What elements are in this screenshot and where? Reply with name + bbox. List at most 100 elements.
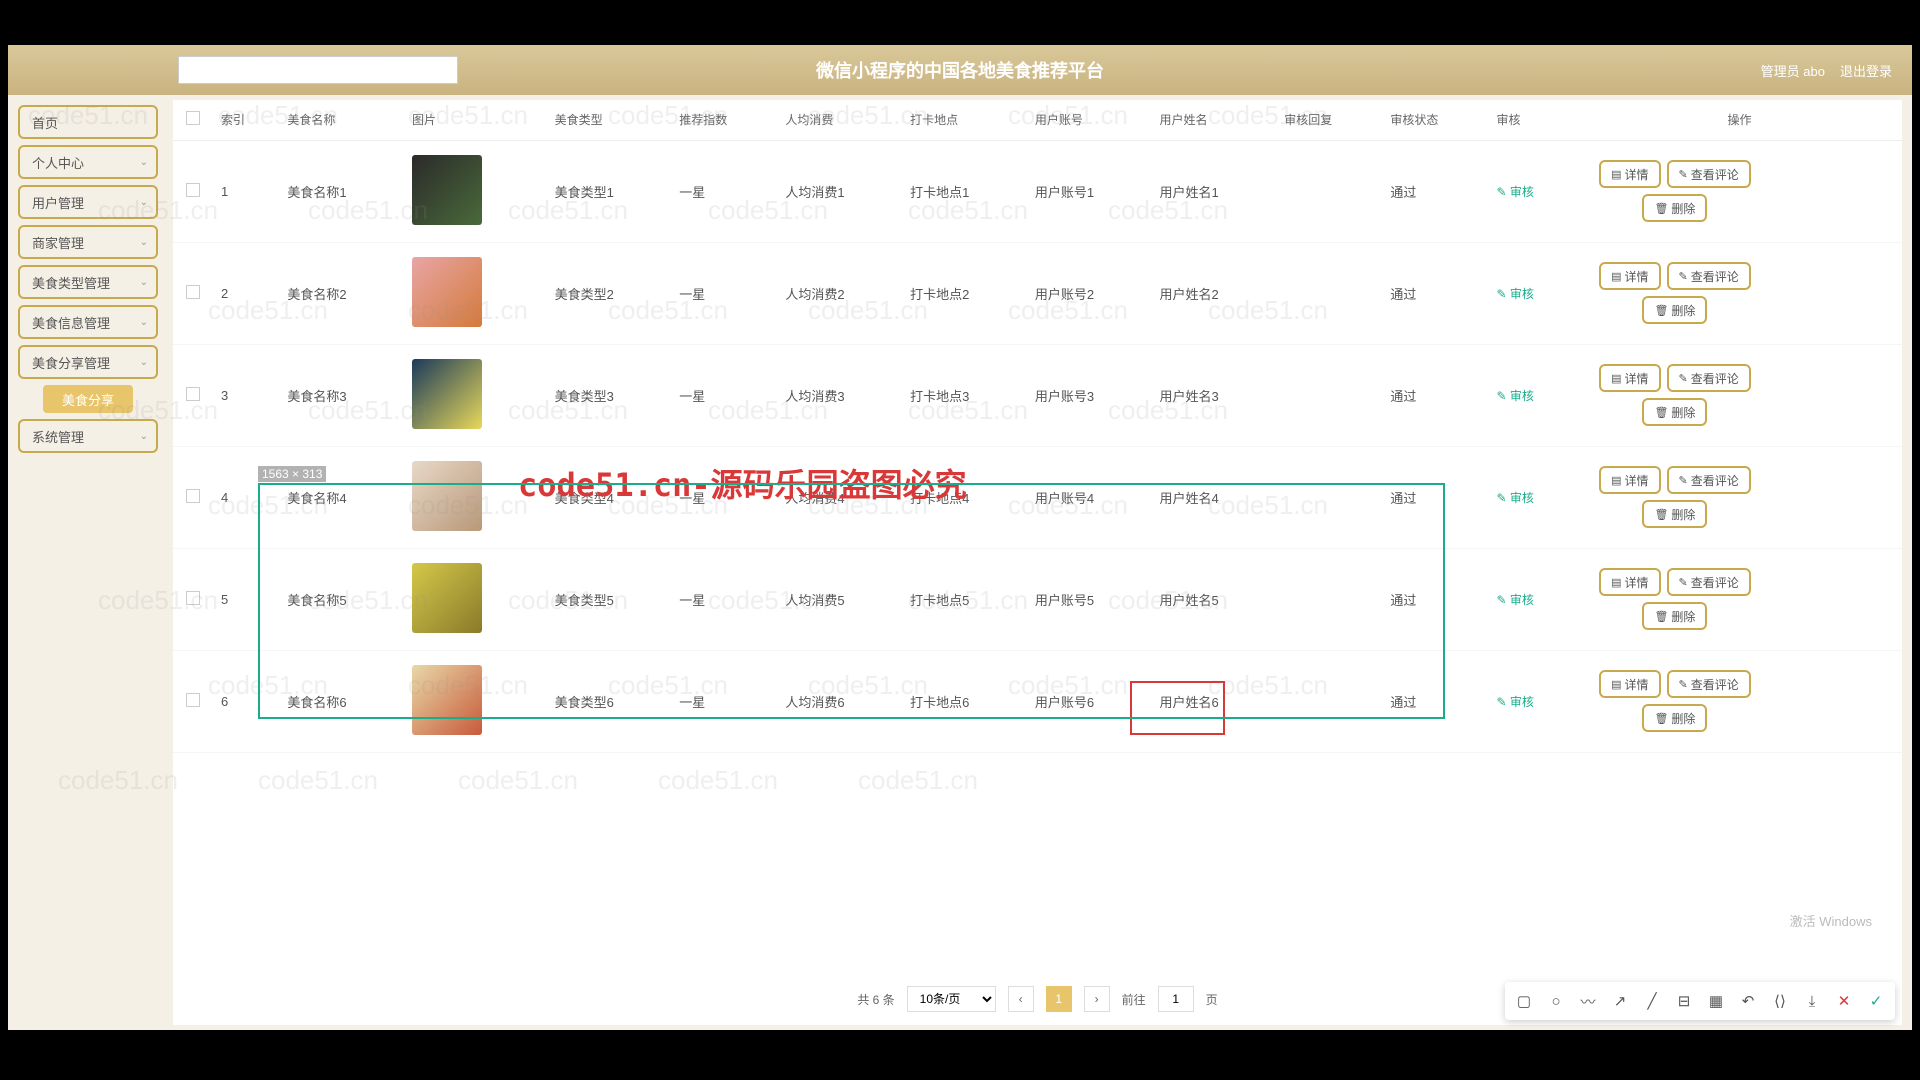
table-header-row: 索引 美食名称 图片 美食类型 推荐指数 人均消费 打卡地点 用户账号 用户姓名… [173,100,1902,140]
col-reply: 审核回复 [1276,100,1382,140]
detail-button[interactable]: ▤详情 [1599,568,1660,596]
rectangle-tool-icon[interactable]: ▢ [1515,992,1533,1010]
delete-button[interactable]: 🗑删除 [1642,500,1707,528]
cell-account: 用户账号5 [1027,548,1152,650]
col-cost: 人均消费 [777,100,902,140]
food-image [412,665,482,735]
detail-button[interactable]: ▤详情 [1599,262,1660,290]
nav-label: 美食分享 [62,390,114,409]
trash-icon: 🗑 [1654,202,1668,215]
comments-button[interactable]: ✎查看评论 [1667,364,1751,392]
delete-button[interactable]: 🗑删除 [1642,296,1707,324]
nav-food-share[interactable]: 美食分享管理⌄ [18,345,158,379]
detail-button[interactable]: ▤详情 [1599,364,1660,392]
cell-type: 美食类型2 [547,242,672,344]
text-tool-icon[interactable]: ⊟ [1675,992,1693,1010]
col-actions: 操作 [1577,100,1902,140]
circle-tool-icon[interactable]: ○ [1547,992,1565,1010]
delete-button[interactable]: 🗑删除 [1642,194,1707,222]
cell-reply [1276,344,1382,446]
page-size-select[interactable]: 10条/页 [907,986,996,1012]
nav-food-types[interactable]: 美食类型管理⌄ [18,265,158,299]
app-title: 微信小程序的中国各地美食推荐平台 [816,57,1104,83]
audit-link[interactable]: ✎ 审核 [1496,491,1533,505]
search-input[interactable] [178,56,458,84]
line-tool-icon[interactable]: ╱ [1643,992,1661,1010]
nav-label: 美食信息管理 [32,313,110,332]
sidebar: 首页 个人中心⌄ 用户管理⌄ 商家管理⌄ 美食类型管理⌄ 美食信息管理⌄ 美食分… [18,105,158,459]
col-username: 用户姓名 [1152,100,1277,140]
audit-link[interactable]: ✎ 审核 [1496,389,1533,403]
download-icon[interactable]: ⤓ [1803,992,1821,1010]
mosaic-tool-icon[interactable]: ▦ [1707,992,1725,1010]
logout-link[interactable]: 退出登录 [1840,61,1892,80]
delete-button[interactable]: 🗑删除 [1642,704,1707,732]
nav-food-info[interactable]: 美食信息管理⌄ [18,305,158,339]
select-all-checkbox[interactable] [186,111,200,125]
cell-index: 1 [213,140,279,242]
col-image: 图片 [404,100,547,140]
row-checkbox[interactable] [186,591,200,605]
header-user-area: 管理员 abo 退出登录 [1761,61,1892,80]
action-buttons: ▤详情 ✎查看评论 🗑删除 [1585,364,1765,426]
action-buttons: ▤详情 ✎查看评论 🗑删除 [1585,262,1765,324]
audit-link[interactable]: ✎ 审核 [1496,287,1533,301]
col-type: 美食类型 [547,100,672,140]
cell-cost: 人均消费3 [777,344,902,446]
audit-link[interactable]: ✎ 审核 [1496,593,1533,607]
cell-cost: 人均消费1 [777,140,902,242]
cell-name: 美食名称5 [279,548,404,650]
detail-icon: ▤ [1611,474,1621,487]
food-image [412,155,482,225]
close-icon[interactable]: ✕ [1835,992,1853,1010]
audit-link[interactable]: ✎ 审核 [1496,185,1533,199]
comments-button[interactable]: ✎查看评论 [1667,466,1751,494]
row-checkbox[interactable] [186,489,200,503]
next-page-button[interactable]: › [1084,986,1110,1012]
delete-button[interactable]: 🗑删除 [1642,398,1707,426]
nav-food-share-sub[interactable]: 美食分享 [43,385,133,413]
nav-label: 用户管理 [32,193,84,212]
nav-users[interactable]: 用户管理⌄ [18,185,158,219]
detail-button[interactable]: ▤详情 [1599,670,1660,698]
app-window: 微信小程序的中国各地美食推荐平台 管理员 abo 退出登录 首页 个人中心⌄ 用… [8,45,1912,1030]
goto-page-input[interactable] [1158,986,1194,1012]
cell-place: 打卡地点4 [902,446,1027,548]
cell-name: 美食名称6 [279,650,404,752]
row-checkbox[interactable] [186,183,200,197]
brush-tool-icon[interactable]: 〰 [1579,992,1597,1010]
prev-page-button[interactable]: ‹ [1008,986,1034,1012]
goto-suffix: 页 [1206,991,1218,1008]
audit-link[interactable]: ✎ 审核 [1496,695,1533,709]
confirm-icon[interactable]: ✓ [1867,992,1885,1010]
comments-button[interactable]: ✎查看评论 [1667,568,1751,596]
cell-reply [1276,446,1382,548]
row-checkbox[interactable] [186,285,200,299]
col-index: 索引 [213,100,279,140]
row-checkbox[interactable] [186,387,200,401]
top-header: 微信小程序的中国各地美食推荐平台 管理员 abo 退出登录 [8,45,1912,95]
nav-label: 个人中心 [32,153,84,172]
undo-icon[interactable]: ↶ [1739,992,1757,1010]
total-count: 共 6 条 [857,991,894,1008]
comments-button[interactable]: ✎查看评论 [1667,670,1751,698]
cell-cost: 人均消费2 [777,242,902,344]
page-number-1[interactable]: 1 [1046,986,1072,1012]
nav-merchants[interactable]: 商家管理⌄ [18,225,158,259]
detail-button[interactable]: ▤详情 [1599,160,1660,188]
pin-icon[interactable]: ⟨⟩ [1771,992,1789,1010]
cell-rating: 一星 [671,548,777,650]
comments-button[interactable]: ✎查看评论 [1667,262,1751,290]
comments-button[interactable]: ✎查看评论 [1667,160,1751,188]
user-label[interactable]: 管理员 abo [1761,61,1825,80]
row-checkbox[interactable] [186,693,200,707]
detail-button[interactable]: ▤详情 [1599,466,1660,494]
cell-username: 用户姓名5 [1152,548,1277,650]
food-image [412,359,482,429]
cell-username: 用户姓名3 [1152,344,1277,446]
nav-home[interactable]: 首页 [18,105,158,139]
nav-profile[interactable]: 个人中心⌄ [18,145,158,179]
delete-button[interactable]: 🗑删除 [1642,602,1707,630]
nav-system[interactable]: 系统管理⌄ [18,419,158,453]
arrow-tool-icon[interactable]: ↗ [1611,992,1629,1010]
